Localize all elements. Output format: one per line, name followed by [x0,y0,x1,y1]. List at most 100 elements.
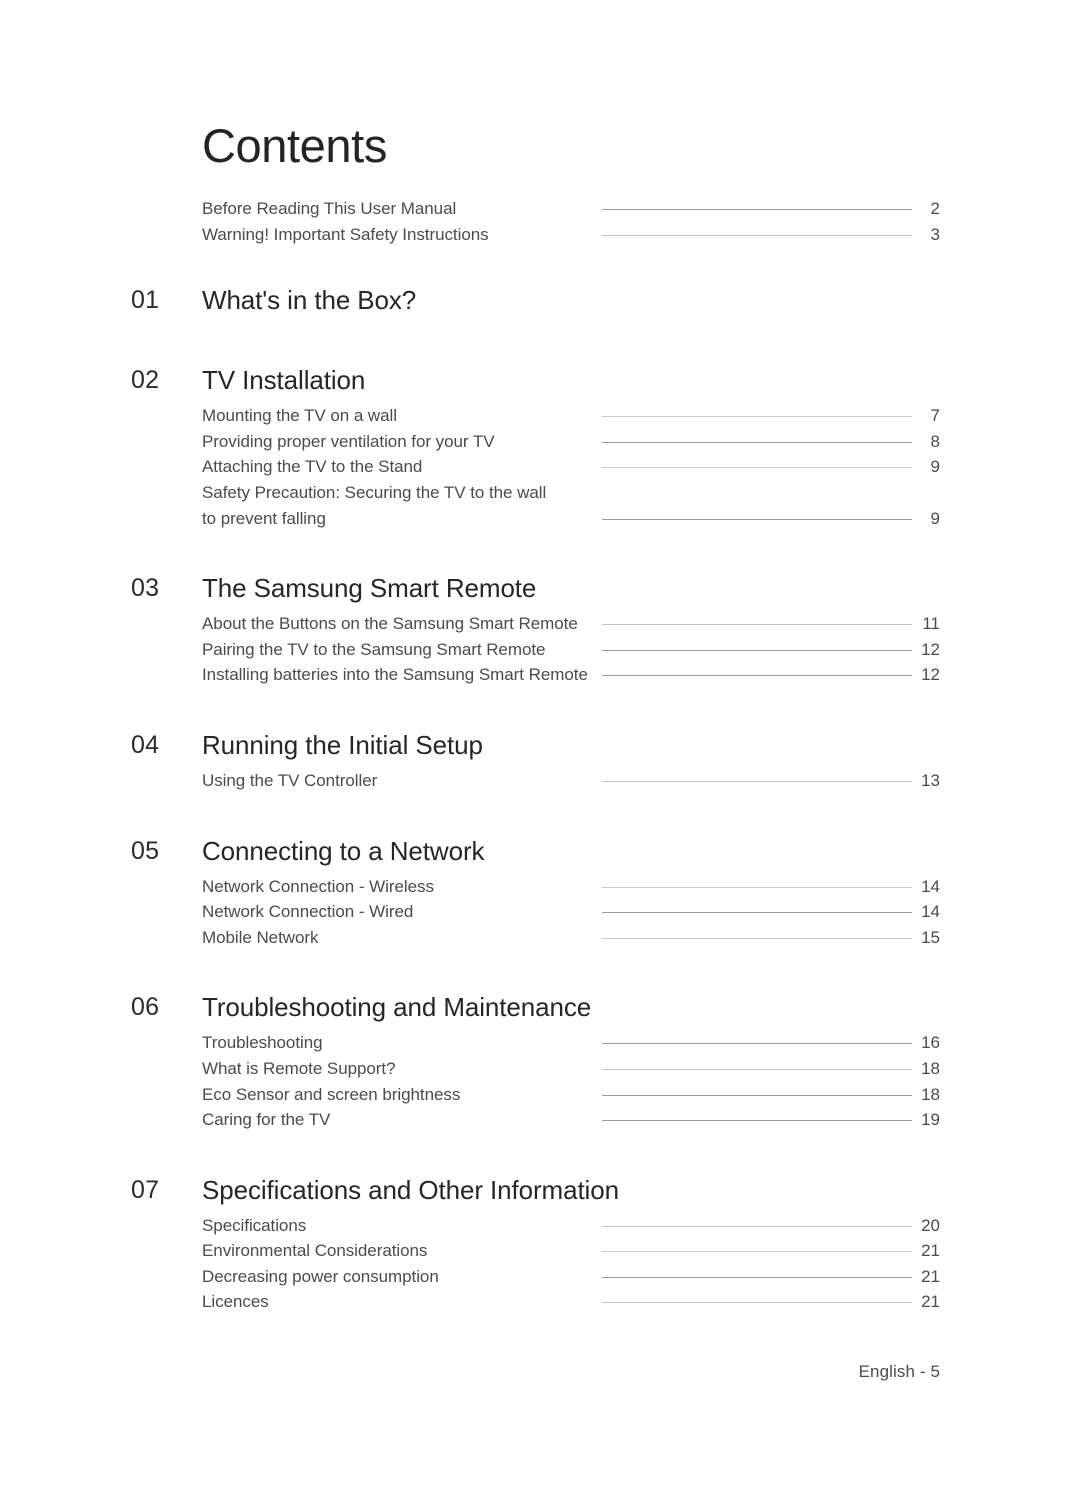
toc-entry[interactable]: Troubleshooting 16 [0,1030,1080,1056]
toc-entry-page-number: 12 [921,639,940,659]
toc-section: 06 Troubleshooting and Maintenance Trouble… [0,990,1080,1132]
toc-entry-label: Installing batteries into the Samsung Sm… [202,665,588,685]
toc-entry-page-number: 21 [921,1241,940,1261]
toc-section-header[interactable]: 03 The Samsung Smart Remote [0,571,1080,611]
toc-entry-leader [602,937,912,939]
toc-entry-leader [602,1251,912,1253]
toc-section-title: Troubleshooting and Maintenance [202,992,592,1023]
toc-entry-label: Pairing the TV to the Samsung Smart Remo… [202,639,546,659]
toc-entry-page-number: 20 [921,1215,940,1235]
toc-entry-page-number: 12 [921,665,940,685]
table-of-contents: Before Reading This User Manual 2 Warning!… [0,196,1080,1315]
toc-section-header[interactable]: 06 Troubleshooting and Maintenance [0,990,1080,1030]
toc-page: Contents Before Reading This User Manual… [0,0,1080,1494]
toc-section-header[interactable]: 01 What's in the Box? [0,283,1080,323]
toc-entry-page-number: 14 [921,876,940,896]
toc-entry[interactable]: Licences 21 [0,1289,1080,1315]
toc-section-number: 05 [131,836,160,865]
toc-entry[interactable]: Warning! Important Safety Instructions 3 [0,222,1080,248]
toc-entry-label: Network Connection - Wired [202,902,414,922]
toc-entry[interactable]: Mounting the TV on a wall 7 [0,403,1080,429]
toc-entry[interactable]: Specifications 20 [0,1213,1080,1239]
toc-entry-leader [602,780,912,782]
toc-entry-leader [602,441,912,443]
toc-entry-page-number: 9 [930,457,940,477]
toc-entry-page-number: 16 [921,1033,940,1053]
toc-entry-page-number: 15 [921,927,940,947]
toc-entry-label: to prevent falling [202,508,326,528]
toc-entry-leader [602,912,912,914]
toc-section-title: TV Installation [202,365,366,396]
toc-entry-label: Warning! Important Safety Instructions [202,224,489,244]
toc-entry[interactable]: Providing proper ventilation for your TV… [0,429,1080,455]
toc-entry-page-number: 19 [921,1110,940,1130]
toc-entry-page-number: 3 [930,224,940,244]
toc-section-title: Specifications and Other Information [202,1174,619,1205]
toc-entry-page-number: 13 [921,770,940,790]
toc-section-number: 01 [131,286,160,315]
toc-entry[interactable]: Mobile Network 15 [0,925,1080,951]
toc-entry[interactable]: Installing batteries into the Samsung Sm… [0,662,1080,688]
toc-entry[interactable]: Decreasing power consumption 21 [0,1264,1080,1290]
toc-section: 01 What's in the Box? [0,283,1080,323]
page-title: Contents [202,119,387,172]
toc-entry-leader [602,624,912,626]
toc-section-entries: Mounting the TV on a wall 7 Providing prop… [0,403,1080,531]
toc-section-header[interactable]: 05 Connecting to a Network [0,834,1080,874]
toc-entry[interactable]: Pairing the TV to the Samsung Smart Remo… [0,637,1080,663]
section-list: 01 What's in the Box? 02 TV Installation Mou… [0,283,1080,1315]
toc-entry-page-number: 11 [922,614,940,634]
toc-entry[interactable]: What is Remote Support? 18 [0,1056,1080,1082]
toc-section-number: 06 [131,993,160,1022]
toc-section: 02 TV Installation Mounting the TV on a wa… [0,363,1080,531]
toc-section: 03 The Samsung Smart Remote About the Butt… [0,571,1080,688]
toc-entry[interactable]: Network Connection - Wired 14 [0,899,1080,925]
toc-section: 07 Specifications and Other Information Sp… [0,1173,1080,1315]
toc-entry-leader [602,1225,912,1227]
toc-entry-page-number: 18 [921,1084,940,1104]
toc-section-number: 04 [131,730,160,759]
toc-section-header[interactable]: 02 TV Installation [0,363,1080,403]
toc-entry-label: About the Buttons on the Samsung Smart R… [202,614,578,634]
toc-entry-page-number: 2 [930,199,940,218]
toc-entry[interactable]: About the Buttons on the Samsung Smart R… [0,611,1080,637]
toc-entry[interactable]: Environmental Considerations 21 [0,1238,1080,1264]
toc-entry[interactable]: Before Reading This User Manual 2 [0,196,1080,222]
toc-entry-page-number: 21 [921,1266,940,1286]
toc-entry-page-number: 14 [921,902,940,922]
toc-entry-leader [602,209,912,210]
toc-section-entries: Using the TV Controller 13 [0,768,1080,794]
toc-entry[interactable]: Caring for the TV 19 [0,1107,1080,1133]
toc-section-number: 03 [131,574,160,603]
toc-section-title: Connecting to a Network [202,835,485,866]
toc-entry-leader [602,1068,912,1070]
toc-section-header[interactable]: 07 Specifications and Other Information [0,1173,1080,1213]
toc-entry-label: Eco Sensor and screen brightness [202,1084,461,1104]
toc-section-title: The Samsung Smart Remote [202,573,537,604]
toc-entry-label: Licences [202,1292,269,1312]
toc-section-header[interactable]: 04 Running the Initial Setup [0,728,1080,768]
toc-entry[interactable]: Attaching the TV to the Stand 9 [0,454,1080,480]
toc-entry[interactable]: to prevent falling 9 [0,506,1080,532]
toc-entry[interactable]: Safety Precaution: Securing the TV to th… [0,480,1080,506]
toc-entry-page-number: 18 [921,1058,940,1078]
toc-entry-label: Specifications [202,1215,307,1235]
toc-section-entries: Troubleshooting 16 What is Remote Support?… [0,1030,1080,1132]
toc-entry-leader [602,1043,912,1045]
toc-entry-page-number: 8 [930,431,940,451]
toc-section: 05 Connecting to a Network Network Connect… [0,834,1080,951]
toc-entry-leader [602,886,912,888]
toc-entry-leader [602,416,912,418]
toc-entry-label: Mounting the TV on a wall [202,406,397,426]
toc-section: 04 Running the Initial Setup Using the TV … [0,728,1080,794]
toc-entry-label: Caring for the TV [202,1110,331,1130]
toc-entry-label: Decreasing power consumption [202,1266,439,1286]
toc-entry-label: Attaching the TV to the Stand [202,457,423,477]
toc-entry-leader [602,1302,912,1304]
toc-entry-label: Providing proper ventilation for your TV [202,431,495,451]
toc-entry-page-number: 21 [921,1292,940,1312]
toc-entry[interactable]: Eco Sensor and screen brightness 18 [0,1082,1080,1108]
toc-entry[interactable]: Network Connection - Wireless 14 [0,874,1080,900]
toc-entry-label: Troubleshooting [202,1033,323,1053]
toc-entry[interactable]: Using the TV Controller 13 [0,768,1080,794]
